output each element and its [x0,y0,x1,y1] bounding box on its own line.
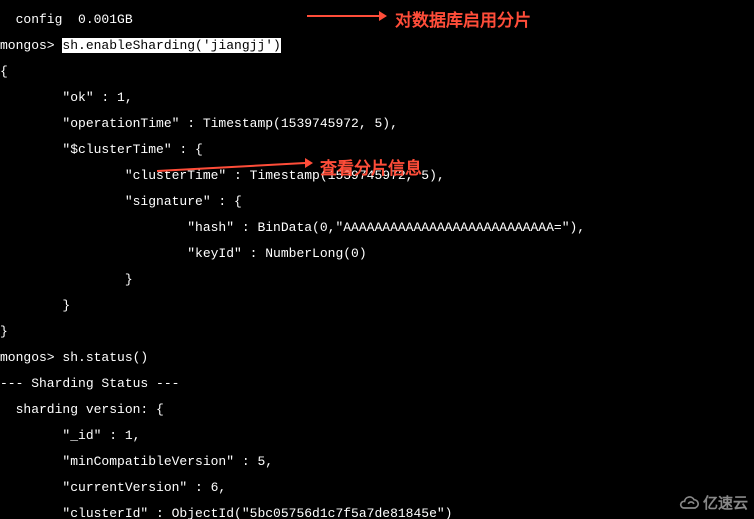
output-line: "_id" : 1, [0,429,754,442]
output-line: --- Sharding Status --- [0,377,754,390]
prompt-line: mongos> sh.enableSharding('jiangjj') [0,39,754,52]
output-line: } [0,299,754,312]
output-line: "ok" : 1, [0,91,754,104]
cloud-icon [679,493,699,513]
output-line: "minCompatibleVersion" : 5, [0,455,754,468]
command-status: mongos> sh.status() [0,351,754,364]
command-enable-sharding: sh.enableSharding('jiangjj') [62,38,280,53]
watermark-text: 亿速云 [703,492,748,513]
output-line: "hash" : BinData(0,"AAAAAAAAAAAAAAAAAAAA… [0,221,754,234]
arrow-icon [157,155,313,175]
output-line: "signature" : { [0,195,754,208]
output-line: "operationTime" : Timestamp(1539745972, … [0,117,754,130]
annotation-view-shard-info: 查看分片信息 [320,154,422,179]
output-line: } [0,325,754,338]
annotation-enable-sharding: 对数据库启用分片 [395,6,531,31]
watermark: 亿速云 [679,492,748,513]
output-line: } [0,273,754,286]
prompt: mongos> [0,38,62,53]
output-line: "currentVersion" : 6, [0,481,754,494]
arrow-icon [307,8,387,24]
output-line: { [0,65,754,78]
output-line: sharding version: { [0,403,754,416]
terminal-output: config 0.001GB mongos> sh.enableSharding… [0,0,754,519]
output-line: "clusterId" : ObjectId("5bc05756d1c7f5a7… [0,507,754,519]
output-line: "keyId" : NumberLong(0) [0,247,754,260]
